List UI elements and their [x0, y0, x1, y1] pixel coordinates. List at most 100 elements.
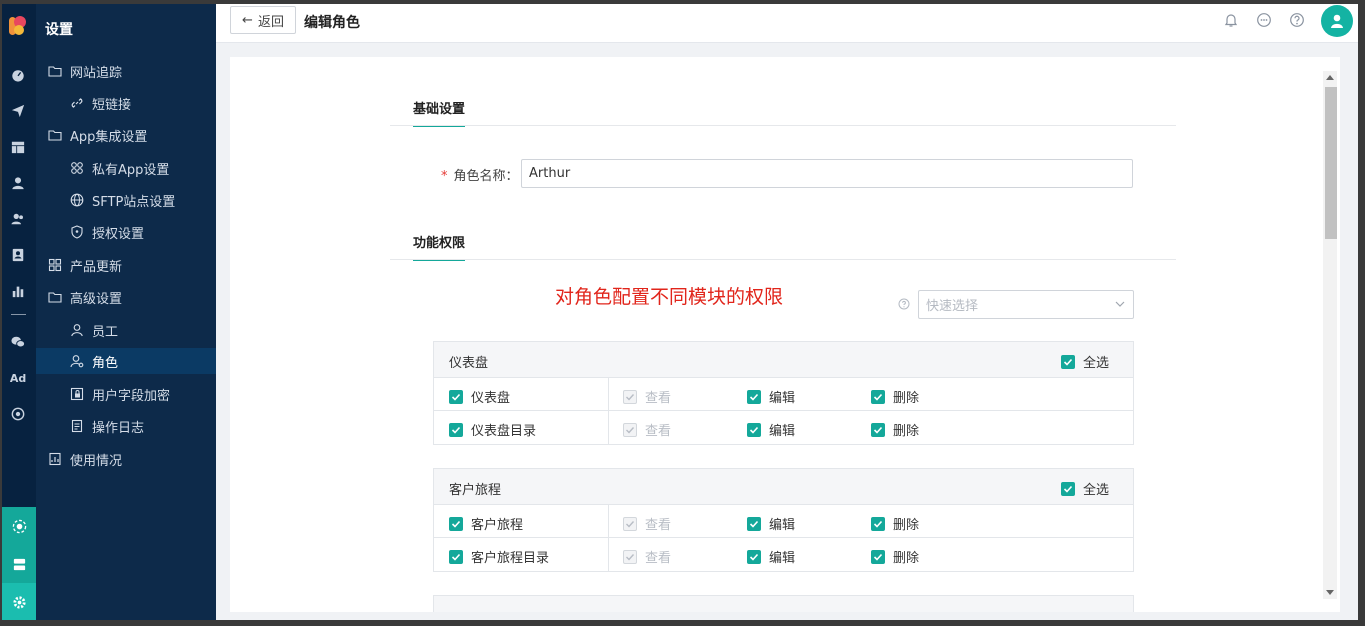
sidebar-item-authorization[interactable]: 授权设置: [36, 219, 216, 245]
sidebar-item-label: 高级设置: [70, 291, 123, 307]
settings-sidebar: 设置 网站追踪 短链接 App集成设置 私有App设置 SFTP站点设置 授权设…: [36, 4, 216, 620]
view-label: 查看: [645, 551, 672, 566]
select-all-label: 全选: [1083, 356, 1110, 371]
permission-row: 客户旅程目录 查看 编辑 删除: [434, 538, 1133, 571]
app-logo-icon: [9, 15, 27, 37]
sidebar-item-staff[interactable]: 员工: [36, 317, 216, 343]
divider: [390, 259, 1176, 260]
delete-checkbox[interactable]: 删除: [871, 420, 919, 439]
sidebar-item-short-link[interactable]: 短链接: [36, 90, 216, 116]
view-label: 查看: [645, 391, 672, 406]
permission-block-header: 仪表盘 全选: [434, 342, 1133, 378]
role-name-input[interactable]: [521, 159, 1133, 188]
select-all-checkbox[interactable]: 全选: [1061, 479, 1109, 498]
checkbox-checked-icon: [747, 516, 761, 531]
edit-label: 编辑: [769, 391, 796, 406]
role-name-label: * 角色名称：: [441, 165, 519, 184]
apps-icon: [70, 161, 84, 175]
checkbox-checked-icon: [871, 422, 885, 437]
row-label: 仪表盘: [471, 391, 511, 406]
sidebar-item-usage[interactable]: 使用情况: [36, 446, 216, 472]
sidebar-item-private-app[interactable]: 私有App设置: [36, 155, 216, 181]
required-mark: *: [441, 169, 448, 184]
question-icon[interactable]: [898, 298, 910, 310]
edit-checkbox[interactable]: 编辑: [747, 514, 795, 533]
bar-chart-icon[interactable]: [10, 283, 26, 299]
sidebar-item-app-integration[interactable]: App集成设置: [36, 122, 216, 148]
sidebar-item-label: 角色: [92, 355, 119, 371]
checkbox-checked-icon: [871, 549, 885, 564]
sidebar-item-label: 员工: [92, 324, 119, 340]
server-icon[interactable]: [2, 545, 36, 583]
edit-checkbox[interactable]: 编辑: [747, 420, 795, 439]
tab-feature-permissions[interactable]: 功能权限: [413, 232, 466, 261]
sidebar-item-sftp[interactable]: SFTP站点设置: [36, 187, 216, 213]
page-title: 编辑角色: [304, 15, 360, 31]
sidebar-item-operation-log[interactable]: 操作日志: [36, 413, 216, 439]
select-all-checkbox[interactable]: 全选: [1061, 352, 1109, 371]
checkbox-checked-icon: [449, 516, 463, 531]
sidebar-item-label: App集成设置: [70, 129, 148, 145]
settings-gear-icon[interactable]: [2, 583, 36, 620]
ad-label[interactable]: Ad: [10, 370, 26, 386]
users-icon[interactable]: [10, 211, 26, 227]
sidebar-item-role[interactable]: 角色: [36, 348, 216, 374]
scrollbar-thumb[interactable]: [1325, 87, 1337, 239]
sidebar-item-label: 私有App设置: [92, 162, 170, 178]
view-checkbox: 查看: [623, 420, 671, 439]
scroll-up-icon[interactable]: [1326, 75, 1334, 80]
tab-basic-settings[interactable]: 基础设置: [413, 98, 466, 127]
row-checkbox[interactable]: 仪表盘目录: [449, 420, 536, 439]
role-name-label-text: 角色名称：: [453, 169, 519, 184]
view-checkbox: 查看: [623, 514, 671, 533]
sidebar-item-label: SFTP站点设置: [92, 194, 176, 210]
chat-icon[interactable]: [1256, 12, 1272, 28]
layout-icon[interactable]: [10, 139, 26, 155]
avatar[interactable]: [1321, 5, 1353, 37]
quick-select-placeholder: 快速选择: [926, 299, 979, 314]
folder-icon: [48, 64, 62, 78]
edit-label: 编辑: [769, 518, 796, 533]
module-name: 客户旅程: [449, 483, 502, 498]
app-window: Ad 设置 网站追踪 短链接 App集成设置 私有App设置 SFTP站点设置 …: [2, 4, 1358, 620]
dashboard-icon[interactable]: [10, 67, 26, 83]
hub-icon[interactable]: [2, 507, 36, 545]
arrow-left-icon: ←: [242, 12, 253, 28]
quick-select-dropdown[interactable]: 快速选择: [918, 290, 1134, 319]
row-checkbox[interactable]: 客户旅程目录: [449, 547, 549, 566]
scrollbar[interactable]: [1323, 71, 1337, 599]
checkbox-checked-icon: [871, 516, 885, 531]
edit-checkbox[interactable]: 编辑: [747, 387, 795, 406]
checkbox-checked-icon: [747, 389, 761, 404]
scroll-down-icon[interactable]: [1326, 590, 1334, 595]
send-icon[interactable]: [10, 103, 26, 119]
sidebar-item-website-tracking[interactable]: 网站追踪: [36, 58, 216, 84]
user-role-icon: [70, 354, 84, 368]
log-icon: [70, 419, 84, 433]
target-icon[interactable]: [10, 406, 26, 422]
back-button[interactable]: ← 返回: [230, 6, 296, 34]
help-icon[interactable]: [1289, 12, 1305, 28]
divider: [390, 125, 1176, 126]
edit-checkbox[interactable]: 编辑: [747, 547, 795, 566]
delete-checkbox[interactable]: 删除: [871, 547, 919, 566]
wechat-icon[interactable]: [10, 334, 26, 350]
delete-checkbox[interactable]: 删除: [871, 387, 919, 406]
annotation-text: 对角色配置不同模块的权限: [555, 286, 784, 308]
delete-label: 删除: [893, 424, 920, 439]
top-header: ← 返回 编辑角色: [216, 4, 1358, 43]
sidebar-item-product-updates[interactable]: 产品更新: [36, 252, 216, 278]
bell-icon[interactable]: [1223, 12, 1239, 28]
edit-role-panel: 基础设置 * 角色名称： 功能权限 对角色配置不同模块的权限 快速选择 仪表盘 全…: [230, 57, 1340, 612]
row-checkbox[interactable]: 仪表盘: [449, 387, 510, 406]
encrypt-icon: [70, 387, 84, 401]
user-icon[interactable]: [10, 175, 26, 191]
permission-block-next: [433, 595, 1134, 612]
user-icon: [70, 323, 84, 337]
delete-checkbox[interactable]: 删除: [871, 514, 919, 533]
checkbox-disabled-icon: [623, 422, 637, 437]
row-checkbox[interactable]: 客户旅程: [449, 514, 523, 533]
sidebar-item-field-encryption[interactable]: 用户字段加密: [36, 381, 216, 407]
contact-card-icon[interactable]: [10, 247, 26, 263]
sidebar-item-advanced-settings[interactable]: 高级设置: [36, 284, 216, 310]
